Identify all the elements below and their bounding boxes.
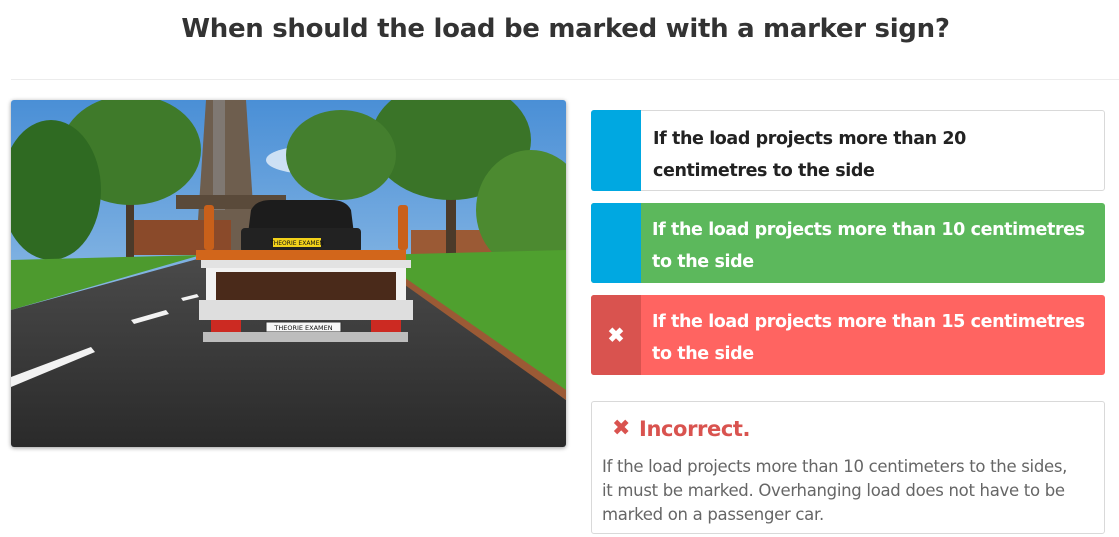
answer-marker [591, 203, 641, 283]
answer-option-1[interactable]: If the load projects more than 20 centim… [591, 110, 1105, 191]
incorrect-x-icon: ✖ [612, 416, 631, 441]
answer-option-2[interactable]: If the load projects more than 10 centim… [591, 203, 1105, 283]
answer-text: If the load projects more than 10 centim… [652, 220, 1085, 272]
feedback-title: Incorrect. [639, 416, 751, 441]
car-plate: THEORIE EXAMEN [269, 240, 324, 247]
trailer-plate: THEORIE EXAMEN [273, 324, 332, 332]
answer-option-3[interactable]: ✖ If the load projects more than 15 cent… [591, 295, 1105, 375]
header-divider [11, 79, 1119, 80]
answer-text: If the load projects more than 20 centim… [653, 129, 966, 181]
answer-marker [591, 110, 641, 191]
answer-text: If the load projects more than 15 centim… [652, 312, 1085, 364]
feedback-panel: ✖ Incorrect. If the load projects more t… [591, 401, 1105, 534]
wrong-x-icon: ✖ [591, 295, 641, 375]
feedback-header: ✖ Incorrect. [612, 416, 751, 441]
feedback-explanation: If the load projects more than 10 centim… [602, 457, 1068, 524]
question-title: When should the load be marked with a ma… [181, 14, 950, 44]
question-image: THEORIE EXAMEN THEORIE EXAMEN [11, 100, 566, 447]
